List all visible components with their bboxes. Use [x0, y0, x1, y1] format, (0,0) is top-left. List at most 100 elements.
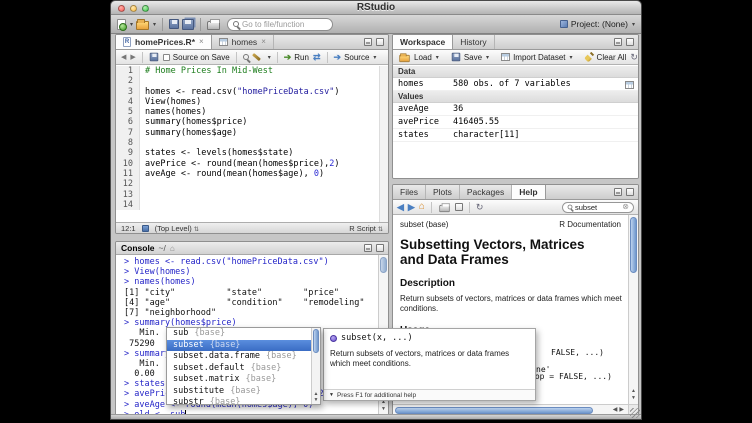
editor-line[interactable]: 4View(homes)	[116, 97, 388, 107]
editor-line[interactable]: 13	[116, 190, 388, 200]
tooltip-footer: Press F1 for additional help	[337, 392, 416, 399]
help-vscroll-arrows[interactable]: ▲▼	[629, 388, 638, 402]
maximize-pane-icon[interactable]	[626, 188, 634, 196]
refresh-icon[interactable]: ↻	[630, 53, 638, 62]
workspace-object-row[interactable]: statescharacter[11]	[393, 129, 638, 142]
autocomplete-scroll-thumb[interactable]	[313, 329, 319, 353]
goto-file-box[interactable]	[227, 18, 333, 31]
scope-selector[interactable]: (Top Level) ⇅	[155, 224, 199, 233]
completion-item-subset.data.frame[interactable]: subset.data.frame{base}	[167, 351, 311, 363]
help-back-icon[interactable]: ◀	[397, 203, 404, 212]
editor-line[interactable]: 1# Home Prices In Mid-West	[116, 66, 388, 76]
back-icon[interactable]: ◀	[121, 53, 126, 61]
editor-line[interactable]: 14	[116, 200, 388, 210]
maximize-pane-icon[interactable]	[376, 244, 384, 252]
clear-all-button[interactable]: Clear All	[585, 53, 627, 62]
load-workspace-button[interactable]: Load▾	[398, 52, 439, 63]
open-file-icon[interactable]	[136, 21, 149, 30]
workspace-object-row[interactable]: homes580 obs. of 7 variables	[393, 78, 638, 91]
source-button[interactable]: ➔ Source ▾	[334, 53, 377, 62]
completion-item-substr[interactable]: substr{base}	[167, 397, 311, 404]
workspace-object-row[interactable]: avePrice416405.55	[393, 116, 638, 129]
source-on-save-toggle[interactable]: Source on Save	[163, 53, 230, 62]
autocomplete-scroll-arrows[interactable]: ▲▼	[312, 391, 320, 403]
minimize-pane-icon[interactable]	[614, 188, 622, 196]
doc-type-selector[interactable]: R Script ⇅	[349, 224, 383, 233]
editor-line[interactable]: 2	[116, 76, 388, 86]
source-on-save-checkbox[interactable]	[163, 54, 170, 61]
minimize-pane-icon[interactable]	[364, 38, 372, 46]
console-scroll-thumb[interactable]	[380, 257, 387, 273]
maximize-pane-icon[interactable]	[626, 38, 634, 46]
workspace-object-row[interactable]: aveAge36	[393, 103, 638, 116]
console-scroll-arrows[interactable]: ▲▼	[379, 399, 388, 413]
help-vertical-scrollbar[interactable]: ▲▼	[628, 215, 638, 404]
tab-help[interactable]: Help	[512, 184, 545, 199]
editor-line[interactable]: 6summary(homes$price)	[116, 117, 388, 127]
help-search-input[interactable]	[575, 203, 620, 212]
completion-item-subset[interactable]: subset{base}	[167, 340, 311, 352]
import-dataset-button[interactable]: Import Dataset▾	[501, 53, 572, 62]
clear-search-icon[interactable]: ⊗	[622, 203, 629, 211]
tab-source-homeprices-r-[interactable]: RhomePrices.R*×	[116, 34, 212, 49]
close-tab-icon[interactable]: ×	[261, 37, 266, 46]
editor-line[interactable]: 5names(homes)	[116, 107, 388, 117]
close-tab-icon[interactable]: ×	[199, 37, 204, 46]
help-hscroll-arrows[interactable]: ◀▶	[613, 406, 626, 413]
tab-files[interactable]: Files	[393, 184, 426, 199]
tab-source-homes[interactable]: homes×	[212, 34, 274, 49]
print-icon[interactable]	[207, 21, 220, 30]
save-all-icon[interactable]	[182, 19, 194, 30]
tab-workspace[interactable]: Workspace	[393, 34, 453, 49]
editor-line[interactable]: 3homes <- read.csv("homePriceData.csv")	[116, 87, 388, 97]
resize-grip[interactable]	[630, 408, 640, 418]
search-icon	[568, 205, 573, 210]
save-doc-icon[interactable]	[150, 53, 159, 62]
tab-plots[interactable]: Plots	[426, 184, 460, 199]
help-forward-icon[interactable]: ▶	[408, 203, 415, 212]
tab-packages[interactable]: Packages	[460, 184, 512, 199]
project-icon	[560, 20, 568, 28]
forward-icon[interactable]: ▶	[130, 53, 135, 61]
help-home-icon[interactable]: ⌂	[419, 202, 425, 212]
code-tools-icon[interactable]	[253, 52, 263, 62]
rerun-icon[interactable]: ⇄	[313, 53, 321, 62]
console-working-dir[interactable]: ~/	[159, 243, 166, 253]
help-print-icon[interactable]	[439, 204, 449, 211]
project-menu[interactable]: Project: (None) ▾	[560, 19, 635, 29]
save-workspace-button[interactable]: Save▾	[451, 52, 489, 62]
help-vscroll-thumb[interactable]	[630, 217, 637, 273]
code-tools-dropdown-arrow[interactable]: ▾	[268, 54, 271, 61]
completion-item-subset.matrix[interactable]: subset.matrix{base}	[167, 374, 311, 386]
editor-line[interactable]: 11aveAge <- round(mean(homes$age), 0)	[116, 169, 388, 179]
open-file-dropdown-arrow[interactable]: ▾	[153, 21, 156, 28]
view-data-icon[interactable]	[625, 81, 634, 89]
minimize-pane-icon[interactable]	[364, 244, 372, 252]
completion-item-subset.default[interactable]: subset.default{base}	[167, 363, 311, 375]
line-number: 1	[116, 66, 140, 76]
maximize-pane-icon[interactable]	[376, 38, 384, 46]
new-file-dropdown-arrow[interactable]: ▾	[130, 21, 133, 28]
completion-item-sub[interactable]: sub{base}	[167, 328, 311, 340]
new-file-icon[interactable]	[117, 19, 126, 30]
save-icon[interactable]	[169, 19, 179, 29]
editor-line[interactable]: 10avePrice <- round(mean(homes$price),2)	[116, 159, 388, 169]
home-dir-icon[interactable]: ⌂	[170, 244, 175, 253]
help-refresh-icon[interactable]: ↻	[476, 203, 484, 212]
editor-scrollbar[interactable]	[379, 66, 388, 222]
minimize-pane-icon[interactable]	[614, 38, 622, 46]
editor-line[interactable]: 12	[116, 179, 388, 189]
help-search-box[interactable]: ⊗	[562, 202, 634, 213]
goto-file-input[interactable]	[242, 20, 327, 29]
open-in-new-window-icon[interactable]	[455, 203, 463, 211]
tab-history[interactable]: History	[453, 34, 494, 49]
find-icon[interactable]	[243, 54, 249, 60]
code-editor[interactable]: 1# Home Prices In Mid-West23homes <- rea…	[116, 66, 388, 222]
autocomplete-scrollbar[interactable]: ▲▼	[311, 328, 320, 404]
editor-line[interactable]: 8	[116, 138, 388, 148]
completion-item-substitute[interactable]: substitute{base}	[167, 386, 311, 398]
help-hscroll-thumb[interactable]	[395, 407, 593, 414]
editor-line[interactable]: 9states <- levels(homes$state)	[116, 148, 388, 158]
run-button[interactable]: ➔ Run	[284, 53, 309, 62]
editor-line[interactable]: 7summary(homes$age)	[116, 128, 388, 138]
